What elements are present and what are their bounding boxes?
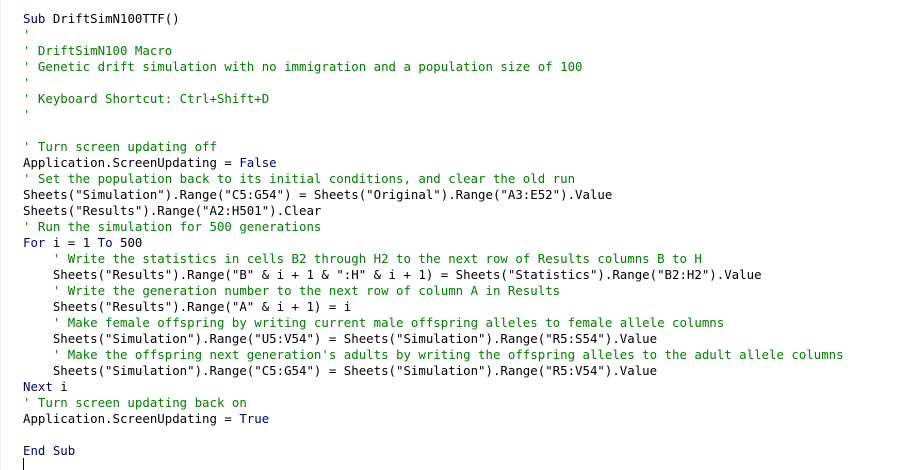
code-comment: ': [23, 75, 31, 90]
code-text: Sheets("Simulation").Range("C5:G54") = S…: [52, 363, 658, 378]
code-comment: ' Turn screen updating back on: [23, 395, 247, 410]
code-text: Sheets("Results").Range("A" & i + 1) = i: [52, 299, 352, 314]
code-text: Application.ScreenUpdating =: [23, 411, 240, 426]
code-line[interactable]: ': [23, 75, 844, 91]
code-line[interactable]: Sheets("Simulation").Range("U5:V54") = S…: [23, 331, 844, 347]
code-text: i = 1: [45, 235, 98, 250]
code-line[interactable]: ' Write the statistics in cells B2 throu…: [23, 251, 844, 267]
code-keyword: Sub: [23, 11, 46, 26]
code-comment: ' Write the generation number to the nex…: [52, 283, 561, 298]
code-line[interactable]: ' Run the simulation for 500 generations: [23, 219, 844, 235]
code-text: DriftSimN100TTF(): [45, 11, 180, 26]
code-text: Sheets("Results").Range("A2:H501").Clear: [23, 203, 322, 218]
code-line[interactable]: ' Turn screen updating back on: [23, 395, 844, 411]
code-line[interactable]: [23, 427, 844, 443]
code-line[interactable]: Sheets("Results").Range("B" & i + 1 & ":…: [23, 267, 844, 283]
code-line[interactable]: ' DriftSimN100 Macro: [23, 43, 844, 59]
code-line[interactable]: Sheets("Simulation").Range("C5:G54") = S…: [23, 187, 844, 203]
code-line[interactable]: ': [23, 107, 844, 123]
code-keyword: True: [239, 411, 270, 426]
code-line[interactable]: ' Make female offspring by writing curre…: [23, 315, 844, 331]
code-line[interactable]: ' Set the population back to its initial…: [23, 171, 844, 187]
code-comment: ' Keyboard Shortcut: Ctrl+Shift+D: [23, 91, 270, 106]
code-comment: ' Run the simulation for 500 generations: [23, 219, 322, 234]
code-line[interactable]: Application.ScreenUpdating = True: [23, 411, 844, 427]
code-keyword: Next: [23, 379, 53, 394]
code-line[interactable]: For i = 1 To 500: [23, 235, 844, 251]
code-comment: ' Make female offspring by writing curre…: [52, 315, 725, 330]
code-window[interactable]: Sub DriftSimN100TTF() ' ' DriftSimN100 Mac…: [23, 11, 844, 459]
code-line[interactable]: [23, 123, 844, 139]
code-text: Application.ScreenUpdating =: [23, 155, 240, 170]
code-line[interactable]: ' Make the offspring next generation's a…: [23, 347, 844, 363]
code-keyword: End Sub: [23, 443, 76, 458]
editor-margin: [0, 0, 1, 470]
text-cursor: [23, 458, 24, 470]
code-comment: ': [23, 27, 31, 42]
code-comment: ': [23, 107, 31, 122]
code-line[interactable]: ': [23, 27, 844, 43]
code-text: i: [52, 379, 68, 394]
code-line[interactable]: End Sub: [23, 443, 844, 459]
code-keyword: To: [97, 235, 113, 250]
code-line[interactable]: Application.ScreenUpdating = False: [23, 155, 844, 171]
code-comment: ' DriftSimN100 Macro: [23, 43, 173, 58]
code-keyword: False: [239, 155, 277, 170]
code-line[interactable]: Sheets("Results").Range("A2:H501").Clear: [23, 203, 844, 219]
code-text: Sheets("Simulation").Range("U5:V54") = S…: [52, 331, 658, 346]
code-text: 500: [112, 235, 143, 250]
code-keyword: For: [23, 235, 46, 250]
code-text: Sheets("Simulation").Range("C5:G54") = S…: [23, 187, 613, 202]
code-comment: ' Set the population back to its initial…: [23, 171, 576, 186]
code-line[interactable]: ' Genetic drift simulation with no immig…: [23, 59, 844, 75]
code-comment: ' Genetic drift simulation with no immig…: [23, 59, 583, 74]
code-line[interactable]: Sheets("Results").Range("A" & i + 1) = i: [23, 299, 844, 315]
code-line[interactable]: Sub DriftSimN100TTF(): [23, 11, 844, 27]
code-line[interactable]: ' Keyboard Shortcut: Ctrl+Shift+D: [23, 91, 844, 107]
code-comment: ' Make the offspring next generation's a…: [52, 347, 844, 362]
code-line[interactable]: Sheets("Simulation").Range("C5:G54") = S…: [23, 363, 844, 379]
code-text: Sheets("Results").Range("B" & i + 1 & ":…: [52, 267, 762, 282]
code-comment: ' Turn screen updating off: [23, 139, 217, 154]
code-comment: ' Write the statistics in cells B2 throu…: [52, 251, 702, 266]
code-line[interactable]: ' Write the generation number to the nex…: [23, 283, 844, 299]
code-line[interactable]: ' Turn screen updating off: [23, 139, 844, 155]
code-editor[interactable]: Sub DriftSimN100TTF() ' ' DriftSimN100 Mac…: [0, 0, 923, 470]
code-line[interactable]: Next i: [23, 379, 844, 395]
